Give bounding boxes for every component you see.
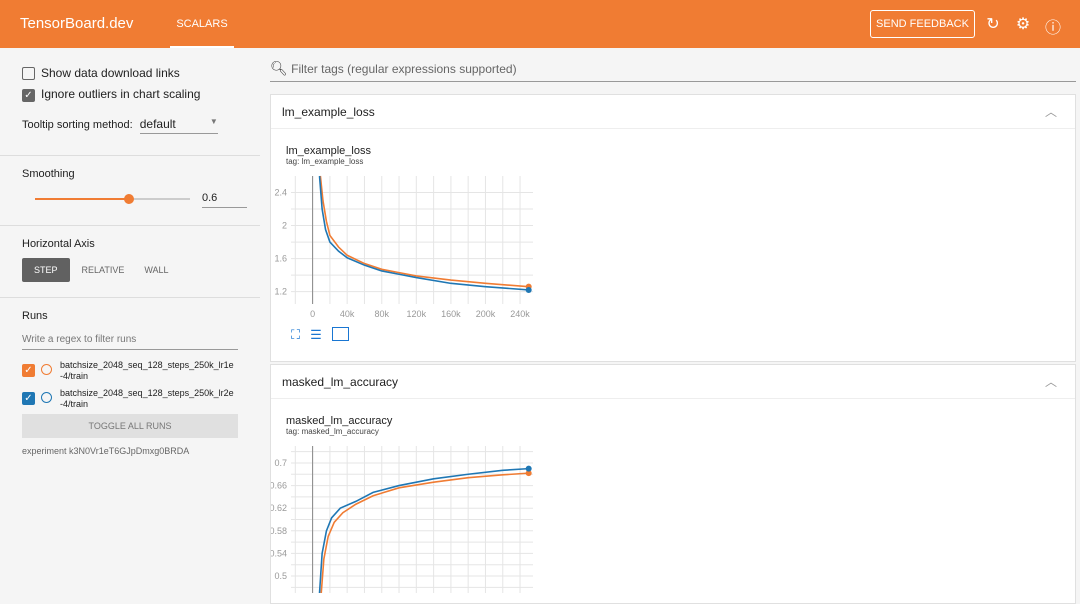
tooltip-label: Tooltip sorting method: (22, 118, 133, 131)
runs-label: Runs (22, 310, 48, 322)
ignore-outliers-checkbox[interactable]: ✓ Ignore outliers in chart scaling (22, 87, 238, 102)
refresh-icon[interactable]: ↻ (983, 14, 1003, 34)
card-header-title: lm_example_loss (282, 105, 375, 119)
run-checkbox[interactable]: ✓ (22, 392, 35, 405)
axis-relative-button[interactable]: RELATIVE (70, 258, 137, 282)
loss-chart[interactable]: 1.2 1.6 2 2.4 0 40k 80k 120k 160k 200k 240k (271, 173, 541, 333)
card-lm-example-loss: lm_example_loss ︿ lm_example_loss tag: lm… (270, 94, 1076, 362)
run-checkbox[interactable]: ✓ (22, 364, 35, 377)
x-tick-label: 240k (510, 309, 530, 319)
chart-title: lm_example_loss (286, 145, 371, 157)
smoothing-input[interactable]: 0.6 (202, 192, 247, 208)
fullscreen-icon[interactable]: ⛶ (291, 327, 300, 343)
x-tick-label: 40k (340, 309, 355, 319)
run-name-cont: -4/train (60, 399, 89, 409)
chart-tag: tag: lm_example_loss (286, 157, 364, 166)
horizontal-axis-label: Horizontal Axis (22, 238, 95, 250)
x-tick-label: 200k (476, 309, 496, 319)
series-endpoint-lr2e-4 (525, 286, 532, 293)
search-icon: 🔍︎ (270, 60, 288, 76)
smoothing-slider[interactable] (35, 194, 190, 204)
brand[interactable]: TensorBoard.dev (20, 15, 133, 32)
run-name-cont: -4/train (60, 371, 89, 381)
sidebar: Show data download links ✓ Ignore outlier… (0, 48, 260, 600)
filter-placeholder: Filter tags (regular expressions support… (291, 62, 517, 76)
y-tick-label: 0.62 (271, 503, 287, 513)
card-masked-lm-accuracy: masked_lm_accuracy ︿ masked_lm_accuracy t… (270, 364, 1076, 604)
slider-thumb[interactable] (124, 194, 134, 204)
y-tick-label: 0.66 (271, 481, 287, 491)
run-item[interactable]: ✓ batchsize_2048_seq_128_steps_250k_lr2e… (22, 388, 238, 410)
card-header[interactable]: masked_lm_accuracy ︿ (271, 365, 1075, 399)
x-tick-label: 80k (374, 309, 389, 319)
run-color-circle[interactable] (41, 364, 52, 375)
run-color-circle[interactable] (41, 392, 52, 403)
series-endpoint-lr2e-4 (525, 465, 532, 472)
toggle-all-runs-button[interactable]: TOGGLE ALL RUNS (22, 414, 238, 438)
send-feedback-button[interactable]: SEND FEEDBACK (870, 10, 975, 38)
y-tick-label: 1.2 (274, 287, 287, 297)
legend-toggle-icon[interactable]: ☰ (310, 327, 322, 343)
top-bar: TensorBoard.dev SCALARS SEND FEEDBACK ↻ … (0, 0, 1080, 48)
x-tick-label: 160k (441, 309, 461, 319)
card-header[interactable]: lm_example_loss ︿ (271, 95, 1075, 129)
run-name: batchsize_2048_seq_128_steps_250k_lr1e (60, 360, 234, 370)
show-download-checkbox[interactable]: Show data download links (22, 66, 238, 81)
axis-step-button[interactable]: STEP (22, 258, 70, 282)
tab-scalars[interactable]: SCALARS (170, 0, 234, 48)
chevron-down-icon: ▼ (209, 116, 218, 126)
y-tick-label: 0.5 (274, 571, 287, 581)
accuracy-chart[interactable]: 0.5 0.54 0.58 0.62 0.66 0.7 (271, 443, 541, 593)
card-header-title: masked_lm_accuracy (282, 375, 399, 389)
experiment-id: experiment k3N0Vr1eT6GJpDmxg0BRDA (22, 446, 190, 456)
run-name: batchsize_2048_seq_128_steps_250k_lr2e (60, 388, 234, 398)
runs-filter-input[interactable]: Write a regex to filter runs (22, 334, 238, 350)
series-line-lr2e-4 (318, 175, 529, 291)
chevron-up-icon[interactable]: ︿ (1045, 95, 1057, 129)
y-tick-label: 0.7 (274, 458, 287, 468)
fit-domain-icon[interactable] (331, 327, 349, 341)
run-item[interactable]: ✓ batchsize_2048_seq_128_steps_250k_lr1e… (22, 360, 238, 382)
tooltip-value: default (139, 116, 176, 131)
chart-title: masked_lm_accuracy (286, 415, 393, 427)
x-tick-label: 120k (407, 309, 427, 319)
label: Ignore outliers in chart scaling (41, 87, 201, 102)
tooltip-select[interactable]: default ▼ (139, 116, 218, 134)
y-tick-label: 0.54 (271, 548, 287, 558)
gear-icon[interactable]: ⚙ (1013, 14, 1033, 34)
y-tick-label: 2 (282, 221, 287, 231)
chart-tag: tag: masked_lm_accuracy (286, 427, 379, 436)
axis-wall-button[interactable]: WALL (136, 258, 176, 282)
label: Show data download links (41, 66, 180, 80)
y-tick-label: 0.58 (271, 526, 287, 536)
filter-tags-input[interactable]: 🔍︎ Filter tags (regular expressions supp… (270, 60, 1076, 82)
y-tick-label: 2.4 (274, 188, 287, 198)
chevron-up-icon[interactable]: ︿ (1045, 365, 1057, 399)
y-tick-label: 1.6 (274, 254, 287, 264)
series-line-lr1e-4 (320, 472, 529, 593)
help-icon[interactable]: ⓘ (1043, 14, 1063, 38)
x-tick-label: 0 (310, 309, 315, 319)
smoothing-label: Smoothing (22, 168, 75, 180)
main-panel: 🔍︎ Filter tags (regular expressions supp… (260, 48, 1080, 604)
